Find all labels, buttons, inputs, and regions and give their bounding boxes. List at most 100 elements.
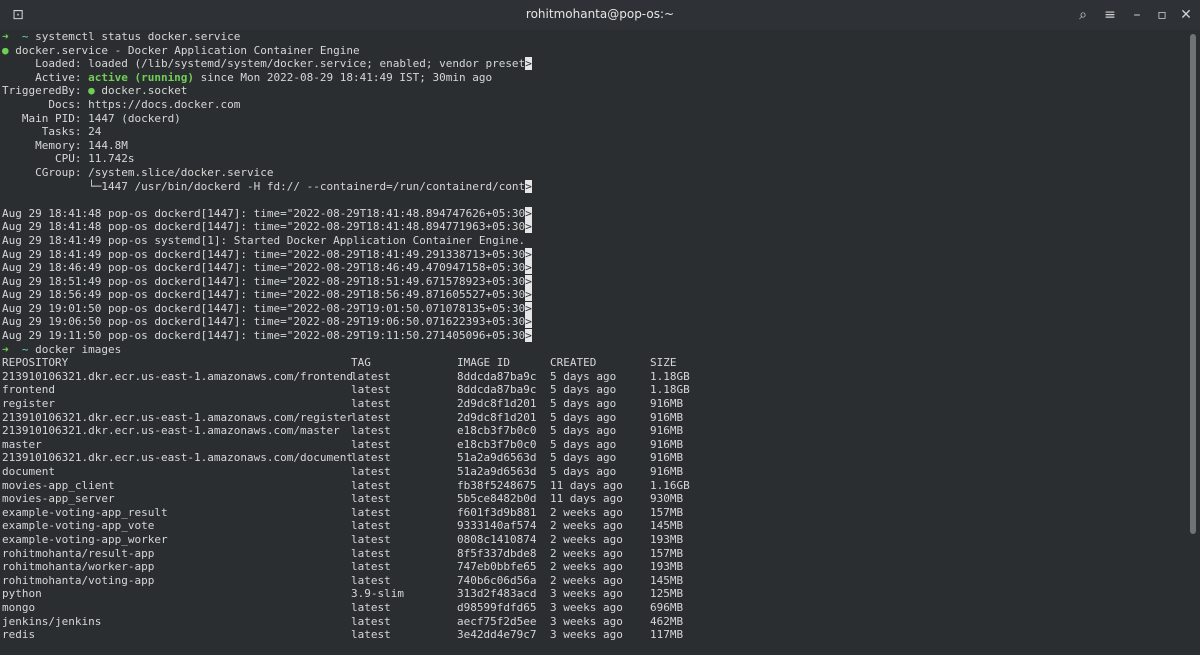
size-cell: 1.18GB xyxy=(650,383,690,397)
image-id-cell: 2d9dc8f1d201 xyxy=(457,397,537,411)
log-line: Aug 29 18:46:49 pop-os dockerd[1447]: ti… xyxy=(2,261,532,275)
close-icon[interactable]: ✕ xyxy=(1176,5,1196,25)
repository-cell: redis xyxy=(2,628,36,642)
created-cell: 11 days ago xyxy=(550,478,623,492)
tag-cell: latest xyxy=(351,600,391,614)
created-cell: 5 days ago xyxy=(550,369,617,383)
search-icon[interactable]: ⌕ xyxy=(1073,5,1093,25)
status-cgroup-child: └─1447 /usr/bin/dockerd -H fd:// --conta… xyxy=(2,179,532,193)
image-id-cell: fb38f5248675 xyxy=(457,478,537,492)
log-line: Aug 29 19:11:50 pop-os dockerd[1447]: ti… xyxy=(2,329,532,343)
repository-cell: 213910106321.dkr.ecr.us-east-1.amazonaws… xyxy=(2,424,340,438)
repository-cell: jenkins/jenkins xyxy=(2,614,102,628)
table-row: example-voting-app_result latest f601f3d9b… xyxy=(2,506,1188,520)
created-cell: 2 weeks ago xyxy=(550,505,623,519)
size-cell: 145MB xyxy=(650,573,684,587)
image-id-cell: 51a2a9d6563d xyxy=(457,465,537,478)
image-id-cell: 8ddcda87ba9c xyxy=(457,383,537,397)
table-row: 213910106321.dkr.ecr.us-east-1.amazonaws… xyxy=(2,370,1188,384)
image-id-cell: 8ddcda87ba9c xyxy=(457,369,537,383)
repository-cell: frontend xyxy=(2,383,55,397)
status-active: Active: active (running) since Mon 2022-… xyxy=(2,70,493,84)
size-cell: 1.18GB xyxy=(650,369,690,383)
size-cell: 157MB xyxy=(650,546,684,560)
tag-cell: latest xyxy=(351,614,391,628)
tag-cell: latest xyxy=(351,628,391,642)
created-cell: 2 weeks ago xyxy=(550,560,623,574)
image-id-cell: 8f5f337dbde8 xyxy=(457,546,537,560)
tag-cell: latest xyxy=(351,519,391,533)
tag-cell: latest xyxy=(351,560,391,574)
table-row: example-voting-app_vote latest 9333140af57… xyxy=(2,519,1188,533)
size-cell: 125MB xyxy=(650,587,684,601)
table-row: mongo latest d98599fdfd65 3 weeks ago 696MB xyxy=(2,601,1188,615)
tag-cell: latest xyxy=(351,410,391,424)
status-cgroup: CGroup: /system.slice/docker.service xyxy=(2,165,274,179)
service-header: ● docker.service - Docker Application Co… xyxy=(2,43,360,57)
table-row: python 3.9-slim 313d2f483acd 3 weeks ago 125… xyxy=(2,587,1188,601)
menu-icon[interactable]: ≡ xyxy=(1100,5,1120,25)
created-cell: 5 days ago xyxy=(550,465,617,478)
created-cell: 3 weeks ago xyxy=(550,600,623,614)
size-cell: 916MB xyxy=(650,424,684,438)
tag-cell: latest xyxy=(351,573,391,587)
image-id-cell: d98599fdfd65 xyxy=(457,600,537,614)
table-row: rohitmohanta/result-app latest 8f5f337dbde… xyxy=(2,547,1188,561)
table-row: jenkins/jenkins latest aecf75f2d5ee 3 weeks… xyxy=(2,615,1188,629)
table-row: frontend latest 8ddcda87ba9c 5 days ago 1.18… xyxy=(2,383,1188,397)
size-cell: 117MB xyxy=(650,628,684,642)
size-cell: 916MB xyxy=(650,410,684,424)
tag-cell: latest xyxy=(351,451,391,465)
repository-cell: mongo xyxy=(2,600,36,614)
repository-cell: register xyxy=(2,397,55,411)
image-id-cell: e18cb3f7b0c0 xyxy=(457,424,537,438)
created-cell: 5 days ago xyxy=(550,383,617,397)
size-cell: 916MB xyxy=(650,465,684,478)
table-row: example-voting-app_worker latest 0808c1410… xyxy=(2,533,1188,547)
tag-cell: latest xyxy=(351,383,391,397)
repository-cell: master xyxy=(2,437,42,451)
status-main-pid: Main PID: 1447 (dockerd) xyxy=(2,111,181,125)
created-cell: 5 days ago xyxy=(550,451,617,465)
maximize-icon[interactable]: ▫ xyxy=(1152,5,1172,25)
tag-cell: latest xyxy=(351,532,391,546)
window-titlebar: ⊡ rohitmohanta@pop-os:~ ⌕ ≡ – ▫ ✕ xyxy=(0,0,1200,30)
log-line: Aug 29 18:41:48 pop-os dockerd[1447]: ti… xyxy=(2,220,532,234)
log-line: Aug 29 18:41:49 pop-os systemd[1]: Start… xyxy=(2,233,526,247)
size-cell: 916MB xyxy=(650,437,684,451)
journal-log-lines: Aug 29 18:41:48 pop-os dockerd[1447]: ti… xyxy=(0,206,1188,343)
image-id-cell: e18cb3f7b0c0 xyxy=(457,437,537,451)
repository-cell: python xyxy=(2,587,42,601)
minimize-icon[interactable]: – xyxy=(1127,5,1147,25)
created-cell: 5 days ago xyxy=(550,424,617,438)
created-cell: 3 weeks ago xyxy=(550,614,623,628)
command-line: ➜ ~ docker images xyxy=(2,342,122,356)
image-id-cell: 3e42dd4e79c7 xyxy=(457,628,537,642)
command-line: ➜ ~ systemctl status docker.service xyxy=(2,30,241,43)
status-cpu: CPU: 11.742s xyxy=(2,152,135,166)
tag-cell: latest xyxy=(351,369,391,383)
repository-cell: document xyxy=(2,465,55,478)
created-cell: 2 weeks ago xyxy=(550,573,623,587)
size-cell: 193MB xyxy=(650,560,684,574)
table-row: document latest 51a2a9d6563d 5 days ago 916M… xyxy=(2,465,1188,479)
status-triggered-by: TriggeredBy: ● docker.socket xyxy=(2,84,188,98)
scrollbar[interactable] xyxy=(1188,30,1200,655)
log-line: Aug 29 19:01:50 pop-os dockerd[1447]: ti… xyxy=(2,301,532,315)
created-cell: 2 weeks ago xyxy=(550,519,623,533)
size-cell: 462MB xyxy=(650,614,684,628)
table-row: movies-app_server latest 5b5ce8482b0d 11 da… xyxy=(2,492,1188,506)
image-id-cell: 0808c1410874 xyxy=(457,532,537,546)
status-memory: Memory: 144.8M xyxy=(2,138,128,152)
repository-cell: movies-app_client xyxy=(2,478,115,492)
created-cell: 3 weeks ago xyxy=(550,628,623,642)
terminal-output[interactable]: ➜ ~ systemctl status docker.service ● do… xyxy=(0,30,1188,655)
created-cell: 5 days ago xyxy=(550,410,617,424)
tag-cell: latest xyxy=(351,465,391,478)
scrollbar-thumb[interactable] xyxy=(1190,34,1196,534)
created-cell: 2 weeks ago xyxy=(550,546,623,560)
tag-cell: latest xyxy=(351,437,391,451)
image-table-rows: 213910106321.dkr.ecr.us-east-1.amazonaws… xyxy=(0,370,1188,642)
repository-cell: 213910106321.dkr.ecr.us-east-1.amazonaws… xyxy=(2,451,353,465)
